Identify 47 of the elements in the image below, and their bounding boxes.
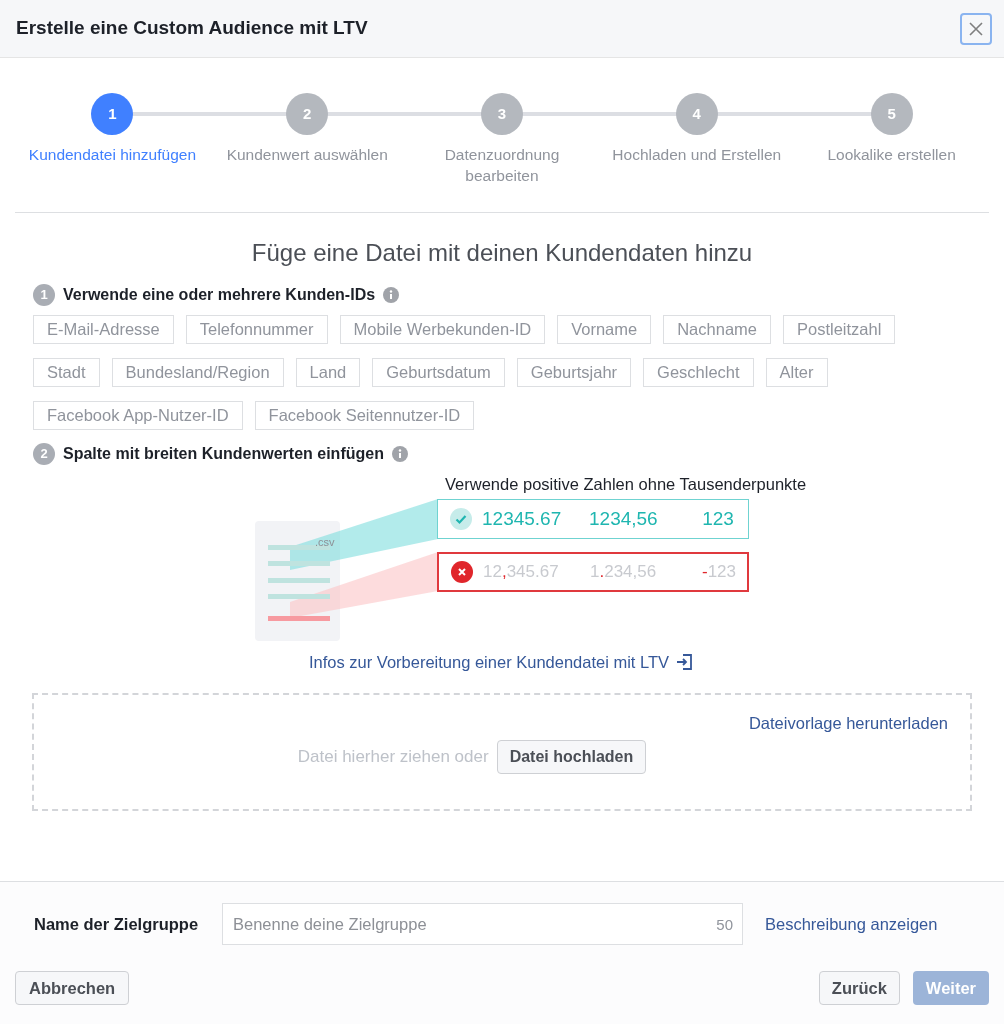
example-value: 1234,56 [589,506,659,531]
identifier-tag: Bundesland/Region [111,358,284,387]
step-number: 1 [33,284,55,306]
identifier-tag: Geschlecht [643,358,754,387]
identifier-tag: Nachname [663,315,771,344]
error-icon [451,561,473,583]
description-link[interactable]: Beschreibung anzeigen [765,911,938,937]
info-icon [391,446,408,462]
format-caption: Verwende positive Zahlen ohne Tausenderpunkte [445,474,807,495]
example-value: 123 [701,506,735,531]
section-title: Verwende eine oder mehrere Kunden-IDs [63,285,376,305]
field-label: Name der Zielgruppe [34,913,200,935]
info-icon [383,287,400,303]
step-label[interactable]: Kundendatei hinzufügen [28,144,196,165]
step-label[interactable]: Lookalike erstellen [827,144,956,165]
info-link[interactable]: Infos zur Vorbereitung einer Kundendatei mit LTV [308,650,696,675]
step-label[interactable]: Hochladen und Erstellen [612,144,782,165]
character-counter: 50 [716,915,733,935]
step-label[interactable]: Datenzuordnung bearbeiten [412,144,592,186]
check-icon [450,508,472,530]
identifier-tag: Telefonnummer [185,315,328,344]
close-icon [968,20,984,37]
identifier-tag: Postleitzahl [783,315,896,344]
cancel-button[interactable]: Abbrechen [15,971,130,1005]
identifier-tag: E-Mail-Adresse [33,315,174,344]
file-dropzone[interactable]: Dateivorlage herunterladen Datei hierher ziehen oder Datei hochladen [32,692,972,811]
dialog-title: Erstelle eine Custom Audience mit LTV [16,16,368,41]
identifier-tag: Facebook Seitennutzer-ID [254,401,475,430]
identifier-tag: Geburtsdatum [372,358,505,387]
identifier-tag: Land [295,358,361,387]
step-number: 2 [33,443,55,465]
file-type-label: .csv [315,535,335,550]
example-value: 12345.67 [482,506,563,531]
close-button[interactable] [960,12,992,45]
step-label[interactable]: Kundenwert auswählen [226,144,388,165]
identifier-tag: Geburtsjahr [516,358,632,387]
template-download-link[interactable]: Dateivorlage herunterladen [748,710,948,736]
page-heading: Füge eine Datei mit deinen Kundendaten hinzu [250,238,754,268]
dropzone-hint: Datei hierher ziehen oder [297,745,489,768]
identifier-tag: Alter [765,358,828,387]
identifier-tag: Mobile Werbekunden-ID [339,315,546,344]
back-button[interactable]: Zurück [818,971,900,1005]
identifier-tag: Stadt [33,358,100,387]
identifier-tag: Vorname [557,315,652,344]
upload-button[interactable]: Datei hochladen [496,739,647,774]
section-title: Spalte mit breiten Kundenwerten einfügen [63,444,384,464]
identifier-tag: Facebook App-Nutzer-ID [33,401,243,430]
